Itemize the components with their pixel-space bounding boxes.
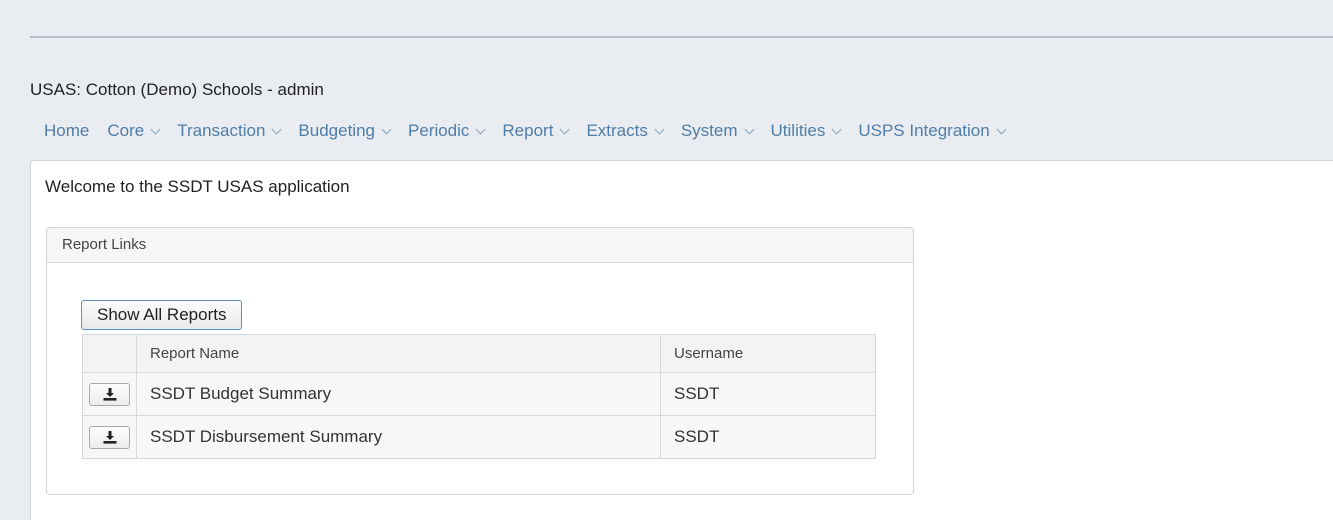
- top-divider: [30, 36, 1333, 38]
- main-nav: Home Core Transaction Budgeting Periodic…: [44, 119, 1023, 143]
- report-links-panel: Report Links Show All Reports Report Nam…: [46, 227, 914, 495]
- table-header-row: Report Name Username: [82, 334, 876, 373]
- nav-budgeting[interactable]: Budgeting: [298, 121, 392, 141]
- nav-periodic[interactable]: Periodic: [407, 121, 486, 141]
- chevron-down-icon: [744, 124, 754, 134]
- nav-label: Extracts: [586, 121, 648, 140]
- nav-label: Transaction: [177, 121, 266, 140]
- reports-table: Report Name Username SSDT Budget Summary…: [82, 334, 876, 459]
- column-header-username[interactable]: Username: [660, 334, 876, 373]
- chevron-down-icon: [271, 124, 282, 134]
- action-cell: [82, 415, 137, 459]
- chevron-down-icon: [654, 124, 665, 134]
- action-cell: [82, 372, 137, 416]
- show-all-reports-button[interactable]: Show All Reports: [81, 300, 243, 330]
- main-content: Welcome to the SSDT USAS application Rep…: [30, 160, 1333, 520]
- nav-label: USPS Integration: [858, 121, 990, 140]
- column-header-report-name[interactable]: Report Name: [136, 334, 661, 373]
- table-row: SSDT Disbursement Summary SSDT: [82, 415, 876, 459]
- nav-label: Periodic: [407, 121, 470, 140]
- report-name-cell[interactable]: SSDT Disbursement Summary: [136, 415, 661, 459]
- app-title: USAS: Cotton (Demo) Schools - admin: [30, 80, 324, 99]
- chevron-down-icon: [996, 124, 1007, 134]
- nav-label: Home: [44, 121, 90, 140]
- nav-core[interactable]: Core: [107, 121, 161, 141]
- nav-extracts[interactable]: Extracts: [586, 121, 665, 141]
- welcome-message: Welcome to the SSDT USAS application: [45, 177, 350, 196]
- nav-label: System: [680, 121, 738, 140]
- nav-system[interactable]: System: [680, 121, 754, 141]
- download-button[interactable]: [89, 425, 130, 449]
- chevron-down-icon: [475, 124, 486, 134]
- chevron-down-icon: [381, 124, 392, 134]
- table-row: SSDT Budget Summary SSDT: [82, 372, 876, 416]
- panel-title: Report Links: [47, 228, 913, 263]
- chevron-down-icon: [831, 124, 842, 134]
- download-icon: [103, 430, 116, 444]
- nav-home[interactable]: Home: [44, 121, 89, 141]
- report-name-cell[interactable]: SSDT Budget Summary: [136, 372, 661, 416]
- nav-utilities[interactable]: Utilities: [770, 121, 842, 141]
- nav-transaction[interactable]: Transaction: [177, 121, 282, 141]
- nav-label: Report: [502, 121, 554, 140]
- nav-usps-integration[interactable]: USPS Integration: [858, 121, 1007, 141]
- nav-label: Core: [107, 121, 145, 140]
- chevron-down-icon: [150, 124, 161, 134]
- nav-label: Budgeting: [298, 121, 375, 140]
- username-cell: SSDT: [660, 415, 876, 459]
- chevron-down-icon: [559, 124, 570, 134]
- download-button[interactable]: [89, 382, 130, 406]
- column-header-action: [82, 334, 137, 373]
- download-icon: [103, 387, 116, 401]
- nav-report[interactable]: Report: [502, 121, 570, 141]
- username-cell: SSDT: [660, 372, 876, 416]
- nav-label: Utilities: [770, 121, 826, 140]
